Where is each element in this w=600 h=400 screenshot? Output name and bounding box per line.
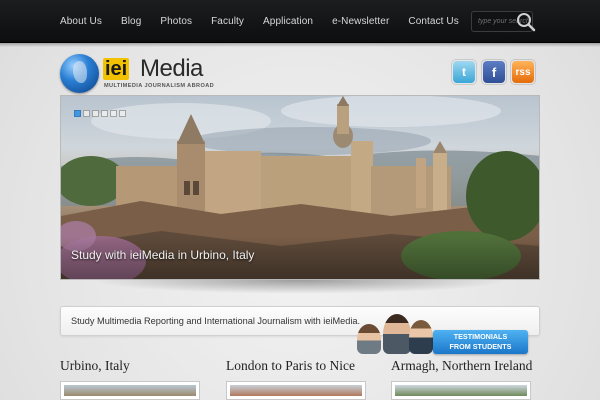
top-nav-bar: About Us Blog Photos Faculty Application… bbox=[0, 0, 600, 47]
nav-e-newsletter[interactable]: e-Newsletter bbox=[332, 16, 389, 27]
slider-shadow bbox=[90, 280, 510, 294]
section-title-london-paris-nice[interactable]: London to Paris to Nice bbox=[226, 358, 355, 374]
section-title-urbino[interactable]: Urbino, Italy bbox=[60, 358, 130, 374]
section-title-armagh[interactable]: Armagh, Northern Ireland bbox=[391, 358, 532, 374]
testimonials-line1: TESTIMONIALS bbox=[453, 332, 508, 341]
rss-icon[interactable]: rss bbox=[510, 59, 536, 85]
slider-caption[interactable]: Study with ieiMedia in Urbino, Italy bbox=[71, 248, 254, 262]
students-photo bbox=[357, 312, 435, 354]
section-thumbnail-urbino[interactable] bbox=[60, 381, 200, 400]
testimonials-button[interactable]: TESTIMONIALS FROM STUDENTS bbox=[433, 330, 528, 354]
slider-dot[interactable] bbox=[110, 110, 117, 117]
twitter-icon[interactable]: t bbox=[451, 59, 477, 85]
slider-dot[interactable] bbox=[74, 110, 81, 117]
section-thumbnail-armagh[interactable] bbox=[391, 381, 531, 400]
section-thumbnail-london-paris-nice[interactable] bbox=[226, 381, 366, 400]
slider-dot[interactable] bbox=[92, 110, 99, 117]
search-icon bbox=[517, 13, 536, 32]
hero-slider[interactable]: Study with ieiMedia in Urbino, Italy bbox=[60, 95, 540, 280]
nav-about-us[interactable]: About Us bbox=[60, 16, 102, 27]
nav-contact-us[interactable]: Contact Us bbox=[408, 16, 458, 27]
nav-blog[interactable]: Blog bbox=[121, 16, 141, 27]
slider-dot[interactable] bbox=[101, 110, 108, 117]
globe-icon bbox=[60, 54, 99, 93]
slider-dot[interactable] bbox=[83, 110, 90, 117]
main-nav: About Us Blog Photos Faculty Application… bbox=[60, 0, 478, 43]
logo-tagline: MULTIMEDIA JOURNALISM ABROAD bbox=[104, 83, 215, 89]
logo-ie-text: iei bbox=[103, 58, 130, 80]
nav-photos[interactable]: Photos bbox=[160, 16, 192, 27]
testimonials-line2: FROM STUDENTS bbox=[449, 342, 512, 351]
site-logo[interactable]: iei Media MULTIMEDIA JOURNALISM ABROAD bbox=[60, 54, 214, 94]
logo-media-text: Media bbox=[140, 55, 203, 82]
slider-dot[interactable] bbox=[119, 110, 126, 117]
nav-faculty[interactable]: Faculty bbox=[211, 16, 244, 27]
slider-pagination bbox=[74, 110, 126, 117]
search-button[interactable] bbox=[514, 11, 538, 33]
nav-application[interactable]: Application bbox=[263, 16, 313, 27]
facebook-icon[interactable]: f bbox=[481, 59, 507, 85]
intro-text: Study Multimedia Reporting and Internati… bbox=[71, 316, 361, 326]
